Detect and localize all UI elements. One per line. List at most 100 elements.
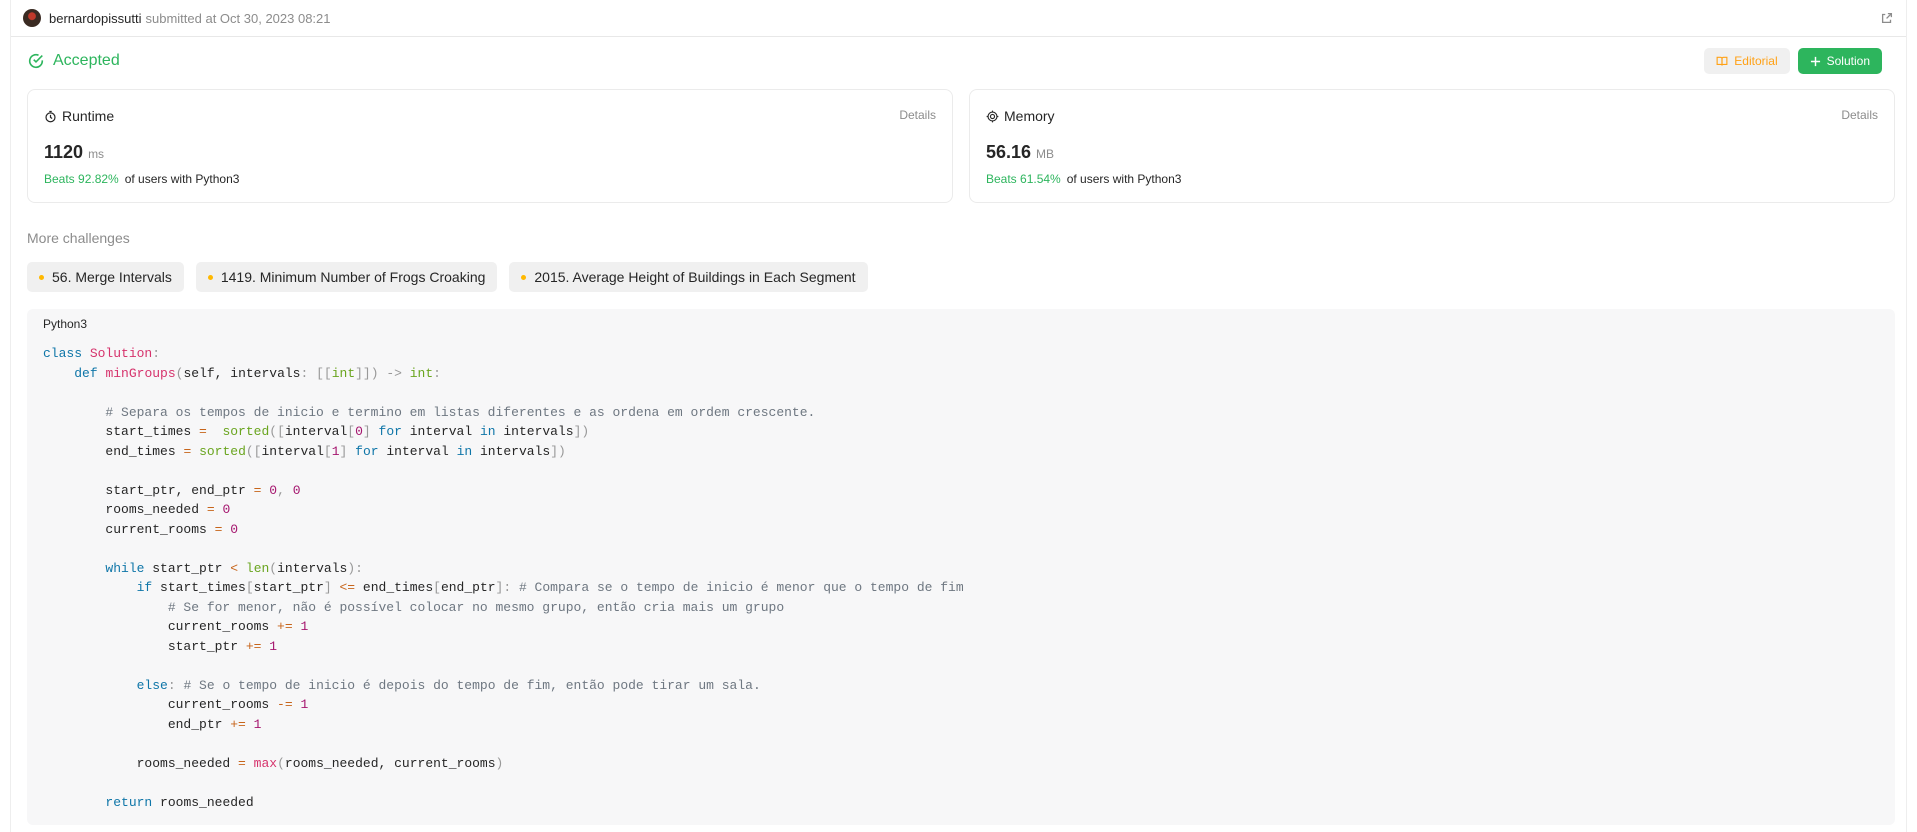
- code-token: ([: [245, 443, 262, 459]
- challenge-chip[interactable]: 1419. Minimum Number of Frogs Croaking: [195, 262, 498, 292]
- more-challenges-list: 56. Merge Intervals 1419. Minimum Number…: [27, 262, 868, 292]
- code-line: end_ptr += 1: [43, 715, 964, 735]
- memory-value: 56.16: [986, 142, 1032, 162]
- memory-card: Memory Details 56.16 MB Beats 61.54% of …: [969, 89, 1895, 203]
- code-token: rooms_needed: [43, 755, 239, 771]
- code-token: ): [495, 755, 504, 771]
- code-token: # Se o tempo de inicio é depois do tempo…: [183, 677, 761, 693]
- code-token: else: [136, 677, 168, 693]
- code-token: 1: [253, 716, 262, 732]
- code-token: ,: [277, 482, 293, 498]
- submission-page: bernardopissutti submitted at Oct 30, 20…: [10, 0, 1907, 832]
- code-token: intervals: [277, 560, 348, 576]
- username[interactable]: bernardopissutti: [49, 11, 142, 26]
- code-token: end_times: [355, 580, 434, 595]
- memory-title: Memory: [1004, 108, 1055, 124]
- editorial-label: Editorial: [1734, 54, 1778, 68]
- runtime-beats-suffix: of users with Python3: [124, 172, 240, 186]
- code-line: class Solution:: [43, 344, 964, 364]
- code-line: return rooms_needed: [43, 793, 964, 813]
- code-token: ]]) ->: [355, 365, 410, 381]
- code-token: int: [331, 365, 356, 381]
- code-token: ]): [573, 424, 590, 439]
- editorial-button[interactable]: Editorial: [1704, 48, 1790, 74]
- code-token: self, intervals: [183, 365, 301, 381]
- code-token: ]: [339, 443, 356, 459]
- external-link-icon[interactable]: [1880, 11, 1894, 25]
- status-accepted: Accepted: [53, 52, 120, 69]
- code-token: <: [230, 560, 239, 576]
- solution-label: Solution: [1826, 54, 1870, 68]
- code-token: start_ptr: [253, 580, 324, 595]
- code-token: len: [245, 560, 270, 576]
- code-token: start_ptr, end_ptr: [43, 482, 254, 498]
- code-token: rooms_needed, current_rooms: [284, 755, 496, 771]
- code-token: intervals: [472, 443, 551, 459]
- code-token: 0: [222, 502, 231, 517]
- code-token: # Compara se o tempo de inicio é menor q…: [518, 580, 964, 595]
- challenge-label: 2015. Average Height of Buildings in Eac…: [534, 269, 856, 285]
- code-token: def: [74, 365, 106, 381]
- code-token: sorted: [199, 443, 246, 459]
- code-token: =: [238, 755, 246, 771]
- code-token: # Se for menor, não é possível colocar n…: [167, 599, 785, 615]
- code-token: end_ptr: [43, 716, 231, 732]
- code-token: 1: [300, 619, 309, 634]
- code-token: +=: [277, 619, 293, 634]
- runtime-beats: Beats 92.82%: [44, 172, 119, 186]
- difficulty-dot-icon: [39, 274, 44, 280]
- code-token: ):: [347, 560, 363, 576]
- code-token: 1: [269, 638, 278, 654]
- code-token: in: [456, 443, 473, 459]
- memory-beats: Beats 61.54%: [986, 172, 1061, 186]
- code-token: current_rooms: [43, 697, 278, 712]
- code-token: max: [253, 755, 278, 771]
- code-token: <=: [339, 580, 356, 595]
- plus-icon: [1810, 56, 1820, 66]
- code-token: 1: [331, 443, 340, 459]
- code-token: start_times: [43, 424, 200, 439]
- code-token: while: [105, 560, 145, 576]
- submission-header: bernardopissutti submitted at Oct 30, 20…: [11, 0, 1906, 37]
- code-token: interval: [284, 424, 348, 439]
- code-token: :: [433, 365, 441, 381]
- difficulty-dot-icon: [521, 274, 527, 280]
- code-token: current_rooms: [43, 619, 278, 634]
- avatar[interactable]: [23, 9, 41, 27]
- code-token: intervals: [495, 424, 574, 439]
- code-line: if start_times[start_ptr] <= end_times[e…: [43, 578, 964, 598]
- challenge-label: 56. Merge Intervals: [52, 269, 172, 285]
- solution-button[interactable]: Solution: [1797, 48, 1882, 74]
- code-token: [: [347, 424, 356, 439]
- submitted-time: submitted at Oct 30, 2023 08:21: [145, 10, 331, 26]
- code-token: for: [378, 424, 402, 439]
- memory-beats-suffix: of users with Python3: [1066, 172, 1182, 186]
- code-token: +=: [245, 638, 262, 654]
- code-token: minGroups: [105, 365, 176, 381]
- code-content[interactable]: class Solution: def minGroups(self, inte…: [43, 344, 964, 812]
- code-token: interval: [401, 424, 480, 439]
- code-line: start_times = sorted([interval[0] for in…: [43, 422, 964, 442]
- code-token: start_times: [152, 580, 246, 595]
- code-block[interactable]: Python3 class Solution: def minGroups(se…: [27, 309, 1895, 825]
- code-line: def minGroups(self, intervals: [[int]]) …: [43, 364, 964, 384]
- code-line: current_rooms = 0: [43, 520, 964, 540]
- runtime-title: Runtime: [62, 108, 115, 124]
- challenge-chip[interactable]: 56. Merge Intervals: [27, 262, 184, 292]
- challenge-chip[interactable]: 2015. Average Height of Buildings in Eac…: [509, 262, 868, 292]
- runtime-details-link[interactable]: Details: [899, 108, 936, 122]
- code-token: =: [206, 502, 215, 517]
- memory-details-link[interactable]: Details: [1841, 108, 1878, 122]
- code-token: current_rooms: [43, 521, 215, 537]
- code-line: while start_ptr < len(intervals):: [43, 559, 964, 579]
